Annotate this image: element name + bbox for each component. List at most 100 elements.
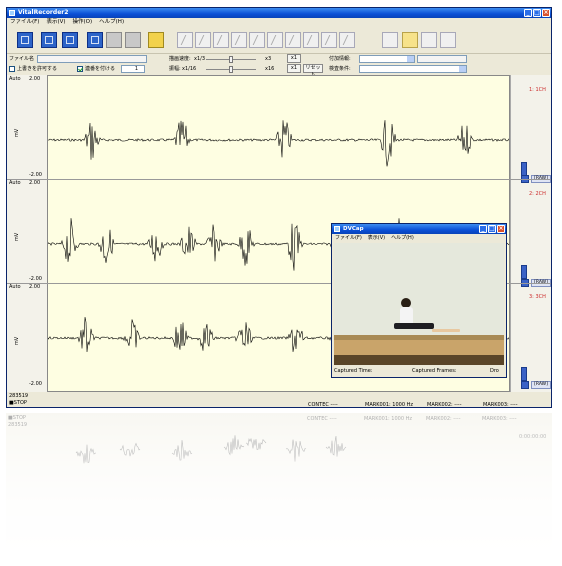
speed-min-label: x1/3 <box>194 56 206 62</box>
dvcap-title-bar[interactable]: DVCap _ □ × <box>332 224 506 234</box>
menu-operate[interactable]: 操作(O) <box>73 18 93 27</box>
speed-max-label: x3 <box>265 56 272 62</box>
info-label: 付加情報: <box>329 56 351 62</box>
open-folder-icon[interactable] <box>148 32 164 48</box>
page-icon[interactable] <box>421 32 437 48</box>
marker-7-icon[interactable] <box>285 32 301 48</box>
ch2-scale-spinner[interactable] <box>521 265 527 279</box>
speed-value: x1 <box>287 54 301 63</box>
ch2-auto-label[interactable]: Auto <box>9 180 21 186</box>
ch3-unit-label: mV <box>14 336 21 346</box>
video-preview <box>334 243 504 365</box>
amp-slider-thumb[interactable] <box>229 66 233 73</box>
overwrite-checkbox[interactable] <box>9 66 15 72</box>
ch1-name: 1: 1CH <box>529 87 546 93</box>
ch1-top-value: 2.00 <box>29 76 41 82</box>
ch1-scale-spinner[interactable] <box>521 162 527 176</box>
amp-min-label: x1/16 <box>182 66 197 72</box>
ch2-bottom-value: -2.00 <box>29 276 42 282</box>
marker-2-status: MARK002: ---- <box>427 402 462 408</box>
window-title: VitalRecorder2 <box>18 9 69 16</box>
menu-bar: ファイル(F) 表示(V) 操作(O) ヘルプ(H) <box>7 18 551 27</box>
marker-6-icon[interactable] <box>267 32 283 48</box>
ch3-bottom-value: -2.00 <box>29 381 42 387</box>
main-window: VitalRecorder2 _ □ × ファイル(F) 表示(V) 操作(O)… <box>6 7 552 408</box>
marker-3-status: MARK003: ---- <box>483 402 518 408</box>
dropped-label: Dro <box>490 368 499 374</box>
toolbar <box>7 27 551 54</box>
info-field[interactable] <box>417 55 467 63</box>
ch2-unit-label: mV <box>14 232 21 242</box>
minimize-button[interactable]: _ <box>524 9 532 17</box>
ch3-raw-button[interactable]: [RAW] <box>531 381 551 389</box>
reset-button[interactable]: リセット <box>303 64 323 78</box>
record-icon[interactable] <box>106 32 122 48</box>
dvcap-menu-bar: ファイル(F) 表示(V) ヘルプ(H) <box>332 234 506 242</box>
speed-slider-thumb[interactable] <box>229 56 233 63</box>
info-dropdown[interactable] <box>359 55 415 63</box>
list-view-icon[interactable] <box>41 32 57 48</box>
blank-icon[interactable] <box>440 32 456 48</box>
channel-column: 1: 1CH [RAW] 2: 2CH [RAW] 3: 3CH [RAW] <box>510 75 551 392</box>
dvcap-menu-help[interactable]: ヘルプ(H) <box>391 234 414 242</box>
video-frame <box>334 243 504 365</box>
person-shins <box>432 329 460 332</box>
menu-help[interactable]: ヘルプ(H) <box>99 18 124 27</box>
dvcap-menu-view[interactable]: 表示(V) <box>368 234 385 242</box>
dvcap-window[interactable]: DVCap _ □ × ファイル(F) 表示(V) ヘルプ(H) Capture… <box>331 223 507 378</box>
person-legs <box>394 323 434 329</box>
dvcap-menu-file[interactable]: ファイル(F) <box>335 234 362 242</box>
split-view-icon[interactable] <box>62 32 78 48</box>
serial-checkbox[interactable] <box>77 66 83 72</box>
maximize-button[interactable]: □ <box>533 9 541 17</box>
marker-1-icon[interactable] <box>177 32 193 48</box>
amp-label: 振幅: <box>169 66 181 72</box>
ch2-name: 2: 2CH <box>529 191 546 197</box>
axis-column: Auto 2.00 mV -2.00 Auto 2.00 mV -2.00 Au… <box>7 75 47 392</box>
marker-8-icon[interactable] <box>303 32 319 48</box>
dvcap-minimize-button[interactable]: _ <box>479 225 487 233</box>
marker-5-icon[interactable] <box>249 32 265 48</box>
speed-slider[interactable] <box>206 56 256 63</box>
serial-stepper[interactable]: 1 <box>121 65 145 73</box>
status-bar: 283519 ■STOP CONTEC ---- MARK001: 1000 H… <box>7 392 551 408</box>
marker-2-icon[interactable] <box>195 32 211 48</box>
amp-slider[interactable] <box>206 66 256 73</box>
marker-10-icon[interactable] <box>339 32 355 48</box>
dvcap-maximize-button[interactable]: □ <box>488 225 496 233</box>
reflection-fade <box>6 413 552 563</box>
ch2-top-value: 2.00 <box>29 180 41 186</box>
dvcap-status-bar: Captured Time: Captured Frames: Dro <box>332 366 506 377</box>
settings-icon[interactable] <box>87 32 103 48</box>
ch1-auto-label[interactable]: Auto <box>9 76 21 82</box>
record-state: ■STOP <box>9 400 27 406</box>
marker-9-icon[interactable] <box>321 32 337 48</box>
test-condition-dropdown[interactable] <box>359 65 467 73</box>
ch3-buttons: [RAW] <box>521 381 551 389</box>
menu-file[interactable]: ファイル(F) <box>10 18 39 27</box>
marker-1-status: MARK001: 1000 Hz <box>365 402 414 408</box>
file-name-input[interactable] <box>37 55 147 63</box>
video-icon[interactable] <box>402 32 418 48</box>
ch3-scale-spinner[interactable] <box>521 367 527 381</box>
title-bar[interactable]: VitalRecorder2 _ □ × <box>7 8 551 18</box>
speed-label: 描画速度: <box>169 56 191 62</box>
control-row-2: 上書きを許可する 連番を付ける 1 振幅: x1/16 x16 x1 リセット … <box>7 64 551 78</box>
ch3-dropdown-button[interactable] <box>521 381 529 389</box>
channel-1-trace <box>47 120 510 167</box>
close-button[interactable]: × <box>542 9 550 17</box>
marker-3-icon[interactable] <box>213 32 229 48</box>
window-reflection: ■STOP 283519 CONTEC ---- MARK001: 1000 H… <box>6 413 552 563</box>
dvcap-close-button[interactable]: × <box>497 225 505 233</box>
marker-4-icon[interactable] <box>231 32 247 48</box>
window-icon[interactable] <box>382 32 398 48</box>
ch1-bottom-value: -2.00 <box>29 172 42 178</box>
dvcap-title: DVCap <box>343 226 364 232</box>
menu-view[interactable]: 表示(V) <box>46 18 65 27</box>
captured-frames-label: Captured Frames: <box>412 368 457 374</box>
dvcap-app-icon <box>334 226 340 232</box>
new-file-icon[interactable] <box>17 32 33 48</box>
ch3-auto-label[interactable]: Auto <box>9 284 21 290</box>
app-icon <box>9 10 15 16</box>
stop-icon[interactable] <box>125 32 141 48</box>
